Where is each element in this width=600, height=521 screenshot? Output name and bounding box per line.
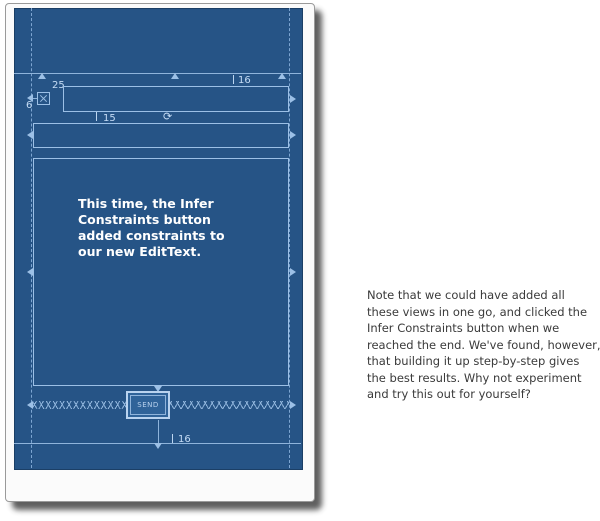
- bottom-constraint-line: [158, 420, 159, 443]
- dimension-label-16-top: 16: [238, 75, 251, 86]
- dimension-label-6: 6: [26, 100, 33, 111]
- right-margin-guide: [289, 8, 290, 468]
- left-constraint-arrow: [27, 131, 33, 139]
- inline-annotation-line: added constraints to: [78, 228, 225, 243]
- left-margin-guide: [31, 8, 32, 468]
- dimension-tick: [233, 75, 234, 84]
- side-annotation-line: these views in one go, and clicked the: [367, 304, 588, 319]
- top-constraint-arrow: [278, 73, 286, 79]
- side-annotation-line: reached the end. We've found, however,: [367, 337, 600, 352]
- spring-constraint-right: [170, 401, 289, 409]
- left-constraint-arrow: [27, 401, 33, 409]
- dimension-label-16-bottom: 16: [178, 434, 191, 445]
- right-constraint-arrow: [290, 268, 296, 276]
- inline-annotation-line: our new EditText.: [78, 244, 202, 259]
- top-constraint-arrow: [171, 73, 179, 79]
- top-constraint-arrow: [38, 73, 46, 79]
- side-annotation: Note that we could have added all these …: [367, 287, 600, 403]
- inline-annotation-line: This time, the Infer: [78, 196, 214, 211]
- spring-constraint-left: [33, 401, 126, 409]
- inline-annotation: This time, the Infer Constraints button …: [78, 196, 228, 260]
- send-button[interactable]: SEND: [126, 391, 170, 419]
- dimension-tick: [172, 434, 173, 443]
- right-constraint-arrow: [290, 131, 296, 139]
- side-annotation-line: Note that we could have added all: [367, 288, 565, 302]
- bottom-constraint-arrow: [154, 443, 162, 449]
- constraint-line: [33, 98, 37, 99]
- top-guide-line: [14, 73, 301, 74]
- edit-text-box[interactable]: [33, 123, 289, 148]
- right-constraint-arrow: [290, 95, 296, 103]
- send-button-label: SEND: [130, 395, 166, 415]
- side-annotation-line: the best results. Why not experiment: [367, 370, 582, 385]
- right-constraint-arrow: [290, 401, 296, 409]
- inline-annotation-line: Constraints button: [78, 212, 211, 227]
- side-annotation-line: and try this out for yourself?: [367, 387, 531, 401]
- dimension-tick: [96, 112, 97, 121]
- close-icon[interactable]: [37, 92, 50, 105]
- refresh-icon: ⟳: [163, 110, 173, 123]
- text-view-box[interactable]: [63, 86, 289, 112]
- left-constraint-arrow: [27, 268, 33, 276]
- side-annotation-line: that building it up step-by-step gives: [367, 354, 580, 368]
- side-annotation-line: Infer Constraints button when we: [367, 321, 560, 335]
- message-edit-text[interactable]: [33, 158, 289, 386]
